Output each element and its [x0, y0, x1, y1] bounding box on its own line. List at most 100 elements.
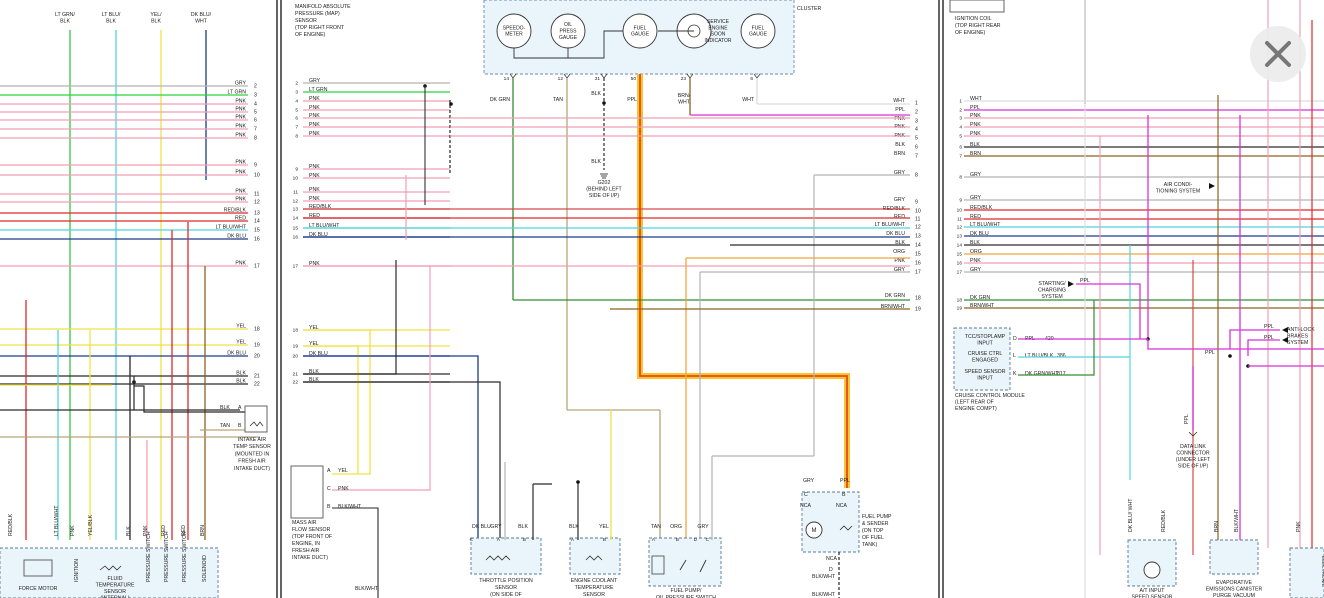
pin-number: 18	[957, 298, 963, 304]
component-label: FORCE MOTOR	[19, 586, 58, 592]
pin-number: 11	[293, 190, 298, 196]
diagram-label: SENSOR	[295, 18, 317, 24]
pin-symbol	[563, 73, 571, 79]
pin-number: 15	[254, 228, 260, 234]
wire-color-label: DK BLU/ WHT	[1128, 498, 1134, 532]
pin-letter: A	[238, 405, 242, 411]
pin-symbol	[753, 73, 761, 79]
wire-color-label: BLK	[591, 159, 601, 165]
wire-color-label: DK GRN	[490, 97, 510, 103]
pin-number: 1	[915, 101, 918, 107]
wire-color-label: RED	[235, 216, 246, 222]
diagram-label: OF ENGINE)	[955, 30, 986, 36]
pin-number: 19	[293, 344, 299, 350]
pin-number: 21	[254, 374, 260, 380]
diagram-label: (ON TOP	[862, 528, 884, 534]
wire-color-label: TAN	[651, 524, 661, 530]
pin-number: 14	[504, 76, 510, 82]
pin-number: 19	[915, 307, 921, 313]
wire-color-label: PNK	[235, 197, 246, 203]
pin-number: 16	[254, 237, 260, 243]
diagram-label: G202	[598, 180, 611, 186]
pin-number: 13	[293, 207, 299, 213]
wiring-diagram: LT GRN/BLKLT BLU/BLKYEL/BLKDK BLU/WHTGRY…	[0, 0, 1324, 598]
diagram-label: MASS AIR	[292, 520, 317, 526]
pin-number: 3	[295, 90, 298, 96]
wire-color-label: BLK/WHT	[812, 574, 836, 580]
pin-number: 12	[293, 199, 299, 205]
diagram-label: (LEFT REAR OF	[955, 400, 994, 406]
wire-color-label: BLK/WHT	[355, 586, 379, 592]
component-label: PRESSURE SWITCH	[182, 531, 188, 582]
pin-number: 3	[915, 119, 918, 125]
wire-color-label: BLK	[518, 524, 528, 530]
pin-letter: A	[327, 468, 331, 474]
diagram-label: SPEED SENSOR	[965, 369, 1006, 375]
pin-number: 18	[293, 328, 299, 334]
wire-color-label: YEL	[599, 524, 609, 530]
wire-color-label: DK BLU	[886, 231, 905, 237]
pin-number: 4	[959, 125, 962, 131]
wire-color-label: PPL	[840, 478, 850, 484]
diagram-label: CHARGING	[1038, 288, 1066, 294]
diagram-label: ENGINE	[708, 25, 728, 31]
diagram-label: ENGINE COMPT)	[955, 406, 997, 412]
diagram-label: YEL/	[150, 12, 162, 18]
wire-color-label: PNK	[338, 486, 349, 492]
diagram-label: TIONING SYSTEM	[1156, 189, 1200, 195]
wire	[1247, 339, 1280, 356]
component-label: PRESSURE SWITCH	[146, 531, 152, 582]
diagram-label: A/T INPUT	[1140, 588, 1166, 594]
pin-number: 12	[915, 225, 921, 231]
diagram-label: TEMPERATURE	[575, 585, 614, 591]
diagram-label: INTAKE DUCT)	[234, 466, 270, 472]
diagram-label: FLUID	[108, 576, 123, 582]
pin-symbol	[509, 73, 517, 79]
pin-number: 15	[293, 226, 299, 232]
close-button[interactable]	[1250, 26, 1306, 82]
pin-number: 18	[254, 327, 260, 333]
diagram-label: SENSOR	[104, 589, 126, 595]
wire-color-label: NCA	[836, 503, 847, 509]
ground-icon	[600, 173, 608, 179]
pin-letter: B	[523, 537, 526, 542]
diagram-label: AIR CONDI-	[1164, 182, 1193, 188]
pin-letter: D	[829, 567, 833, 573]
wire-color-label: ORG	[893, 249, 905, 255]
wire-color-label: PNK	[235, 115, 246, 121]
diagram-label: (ON SIDE OF	[490, 592, 522, 598]
diagram-label: OIL	[564, 22, 572, 28]
pin-number: 11	[254, 192, 259, 198]
diagram-label: SYSTEM	[1287, 340, 1308, 346]
motor-glyph: M	[812, 528, 817, 534]
diagram-label: BRAKES	[1287, 334, 1309, 340]
diagram-label: EVAPORATIVE	[1216, 580, 1252, 586]
intake-air-temp-sensor	[244, 405, 268, 433]
wire-color-label: PNK	[235, 189, 246, 195]
close-icon	[1265, 41, 1291, 67]
diagram-label: (MOUNTED IN	[235, 451, 270, 457]
pin-number: 9	[915, 200, 918, 206]
pin-number: 10	[254, 173, 260, 179]
pin-number: 7	[915, 154, 918, 160]
pin-number: 2	[295, 81, 298, 87]
pin-number: 5	[915, 136, 918, 142]
wire-color-label: LT GRN	[227, 90, 246, 96]
pin-number: 7	[254, 127, 257, 133]
wire-color-label: PPL	[1184, 414, 1190, 424]
diagram-label: TCC/STOPLAMP	[965, 334, 1006, 340]
diagram-label: SPEEDO-	[503, 25, 526, 31]
wire-color-label: GRY	[235, 81, 247, 87]
pin-number: 15	[957, 252, 963, 258]
fuel-pump-sender	[801, 491, 860, 553]
wire-color-label: PNK	[235, 99, 246, 105]
diagram-label: SOON	[711, 32, 726, 38]
diagram-label: FRESH AIR	[292, 548, 320, 554]
diagram-label: SERVICE	[707, 19, 730, 25]
pin-number: 6	[915, 145, 918, 151]
diagram-label: LT GRN/	[55, 12, 76, 18]
pin-number: 6	[750, 76, 753, 82]
pin-number: 8	[254, 136, 257, 142]
pin-number: 17	[915, 270, 921, 276]
electronic-module-box	[1289, 547, 1324, 598]
